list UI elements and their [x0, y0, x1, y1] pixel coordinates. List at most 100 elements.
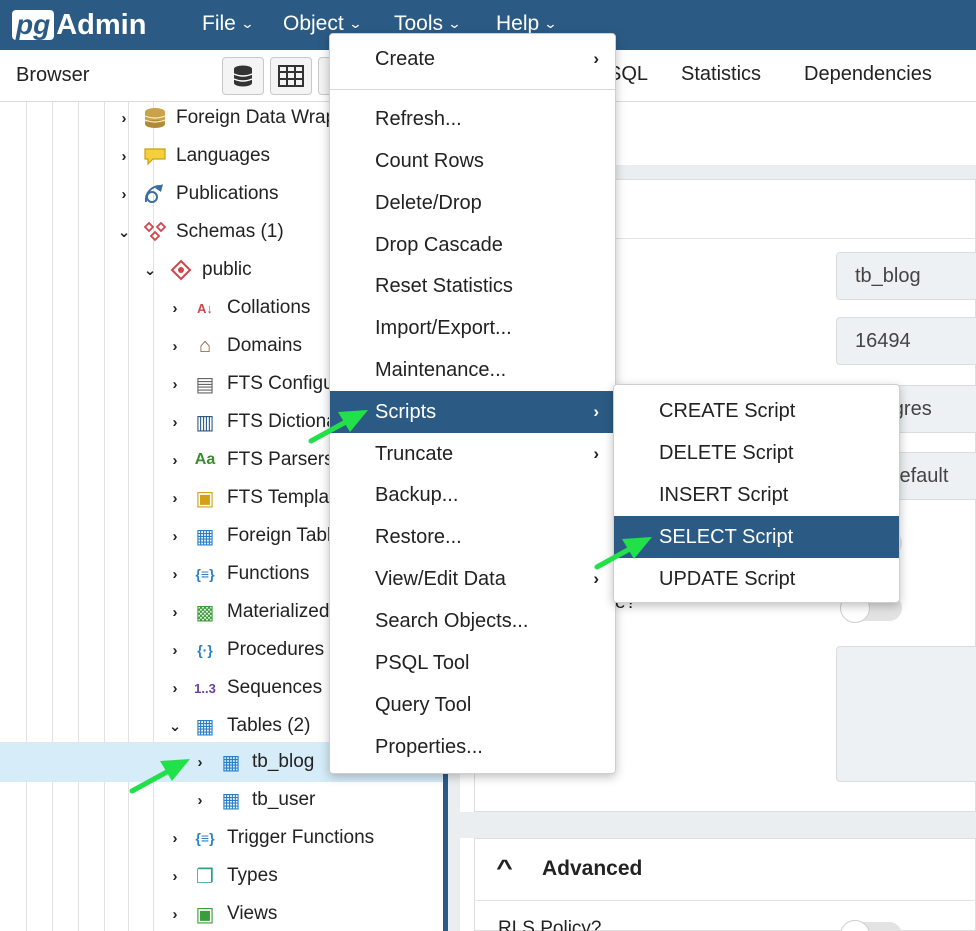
chevron-right-icon[interactable]: ›: [168, 642, 182, 659]
chevron-up-icon[interactable]: ^: [496, 855, 513, 881]
domains-icon: ⌂: [198, 334, 212, 357]
chevron-right-icon[interactable]: ›: [193, 792, 207, 809]
tree-item-tb-user[interactable]: › ▦ tb_user: [0, 781, 443, 819]
tree-item-label: public: [202, 259, 252, 280]
menu-item-refresh[interactable]: Refresh...: [330, 98, 615, 140]
menu-file[interactable]: File ⌄: [202, 12, 255, 36]
chevron-right-icon[interactable]: ›: [193, 754, 207, 771]
tree-item-label: Views: [227, 903, 278, 924]
menu-item-scripts[interactable]: Scripts ›: [330, 391, 615, 433]
menu-item-restore[interactable]: Restore...: [330, 516, 615, 558]
fts-config-icon: ▤: [195, 373, 215, 396]
comment-textarea[interactable]: [836, 646, 976, 782]
tables-icon: ▦: [195, 715, 215, 738]
menu-item-maintenance[interactable]: Maintenance...: [330, 349, 615, 391]
menu-item-label: PSQL Tool: [375, 651, 470, 674]
chevron-right-icon[interactable]: ›: [168, 680, 182, 697]
advanced-section-title[interactable]: Advanced: [542, 857, 642, 881]
menu-item-label: Search Objects...: [375, 609, 529, 632]
tree-item-label: Domains: [227, 335, 302, 356]
foreign-data-wrapper-icon: [143, 106, 167, 130]
oid-field[interactable]: 16494: [836, 317, 976, 365]
chevron-right-icon[interactable]: ›: [117, 186, 131, 203]
menu-item-delete-drop[interactable]: Delete/Drop: [330, 182, 615, 224]
chevron-right-icon[interactable]: ›: [168, 830, 182, 847]
chevron-down-icon: ⌄: [447, 16, 462, 31]
chevron-right-icon[interactable]: ›: [168, 906, 182, 923]
menu-item-label: Import/Export...: [375, 316, 512, 339]
chevron-down-icon[interactable]: ⌄: [143, 261, 157, 279]
menu-item-label: Refresh...: [375, 107, 462, 130]
menu-item-count-rows[interactable]: Count Rows: [330, 140, 615, 182]
chevron-down-icon: ⌄: [240, 16, 255, 31]
chevron-right-icon[interactable]: ›: [168, 604, 182, 621]
name-field[interactable]: tb_blog: [836, 252, 976, 300]
query-tool-button[interactable]: [222, 57, 264, 95]
tree-item-label: Languages: [176, 145, 271, 166]
tab-statistics[interactable]: Statistics: [681, 63, 761, 86]
menu-item-query-tool[interactable]: Query Tool: [330, 684, 615, 726]
chevron-right-icon[interactable]: ›: [168, 300, 182, 317]
submenu-item-delete-script[interactable]: DELETE Script: [614, 432, 899, 474]
menu-item-search-objects[interactable]: Search Objects...: [330, 600, 615, 642]
chevron-down-icon: ⌄: [543, 16, 558, 31]
menu-item-truncate[interactable]: Truncate ›: [330, 433, 615, 475]
table-icon: ▦: [221, 789, 241, 812]
functions-icon: {≡}: [195, 566, 215, 582]
tree-item-trigger-functions[interactable]: › {≡} Trigger Functions: [0, 819, 443, 857]
chevron-right-icon[interactable]: ›: [168, 414, 182, 431]
tree-item-label: Types: [227, 865, 278, 886]
menu-item-label: Backup...: [375, 483, 459, 506]
menu-item-drop-cascade[interactable]: Drop Cascade: [330, 224, 615, 266]
submenu-item-create-script[interactable]: CREATE Script: [614, 390, 899, 432]
pgadmin-logo[interactable]: pg Admin: [12, 8, 146, 42]
rls-policy-label: RLS Policy?: [498, 918, 602, 931]
menu-file-label: File: [202, 12, 236, 35]
table-icon: ▦: [221, 751, 241, 774]
menu-item-reset-statistics[interactable]: Reset Statistics: [330, 265, 615, 307]
chevron-right-icon[interactable]: ›: [168, 528, 182, 545]
submenu-item-select-script[interactable]: SELECT Script: [614, 516, 899, 558]
grid-icon: [278, 65, 304, 87]
chevron-down-icon[interactable]: ⌄: [168, 717, 182, 735]
chevron-right-icon: ›: [593, 569, 599, 588]
submenu-item-update-script[interactable]: UPDATE Script: [614, 558, 899, 600]
menu-item-backup[interactable]: Backup...: [330, 474, 615, 516]
menu-item-import-export[interactable]: Import/Export...: [330, 307, 615, 349]
tab-dependencies[interactable]: Dependencies: [804, 63, 932, 86]
tree-item-label: Sequences: [227, 677, 323, 698]
tree-item-label: Tables (2): [227, 715, 311, 736]
rls-policy-toggle[interactable]: [840, 920, 902, 931]
tree-item-label: tb_user: [252, 789, 316, 810]
views-icon: ▣: [195, 903, 215, 926]
chevron-right-icon[interactable]: ›: [168, 566, 182, 583]
chevron-right-icon[interactable]: ›: [168, 376, 182, 393]
menu-item-label: Query Tool: [375, 693, 472, 716]
chevron-right-icon[interactable]: ›: [117, 148, 131, 165]
tree-item-views[interactable]: › ▣ Views: [0, 895, 443, 931]
menu-item-label: Maintenance...: [375, 358, 507, 381]
tree-item-label: FTS Parsers: [227, 449, 334, 470]
menu-item-psql-tool[interactable]: PSQL Tool: [330, 642, 615, 684]
chevron-right-icon[interactable]: ›: [168, 490, 182, 507]
chevron-down-icon[interactable]: ⌄: [117, 223, 131, 241]
chevron-right-icon[interactable]: ›: [168, 338, 182, 355]
chevron-right-icon[interactable]: ›: [168, 452, 182, 469]
tree-item-types[interactable]: › ❐ Types: [0, 857, 443, 895]
menu-item-properties[interactable]: Properties...: [330, 726, 615, 768]
types-icon: ❐: [196, 865, 214, 888]
tree-item-label: Publications: [176, 183, 279, 204]
submenu-item-insert-script[interactable]: INSERT Script: [614, 474, 899, 516]
view-data-button[interactable]: [270, 57, 312, 95]
tree-item-label: tb_blog: [252, 751, 315, 772]
menu-item-create[interactable]: Create ›: [330, 38, 615, 80]
advanced-divider: [474, 900, 976, 901]
tree-item-label: Collations: [227, 297, 311, 318]
menu-item-label: UPDATE Script: [659, 567, 796, 590]
chevron-right-icon[interactable]: ›: [117, 110, 131, 127]
chevron-right-icon: ›: [593, 444, 599, 463]
sequences-icon: 1..3: [194, 680, 216, 696]
chevron-right-icon[interactable]: ›: [168, 868, 182, 885]
languages-icon: [143, 144, 167, 168]
menu-item-view-edit-data[interactable]: View/Edit Data ›: [330, 558, 615, 600]
